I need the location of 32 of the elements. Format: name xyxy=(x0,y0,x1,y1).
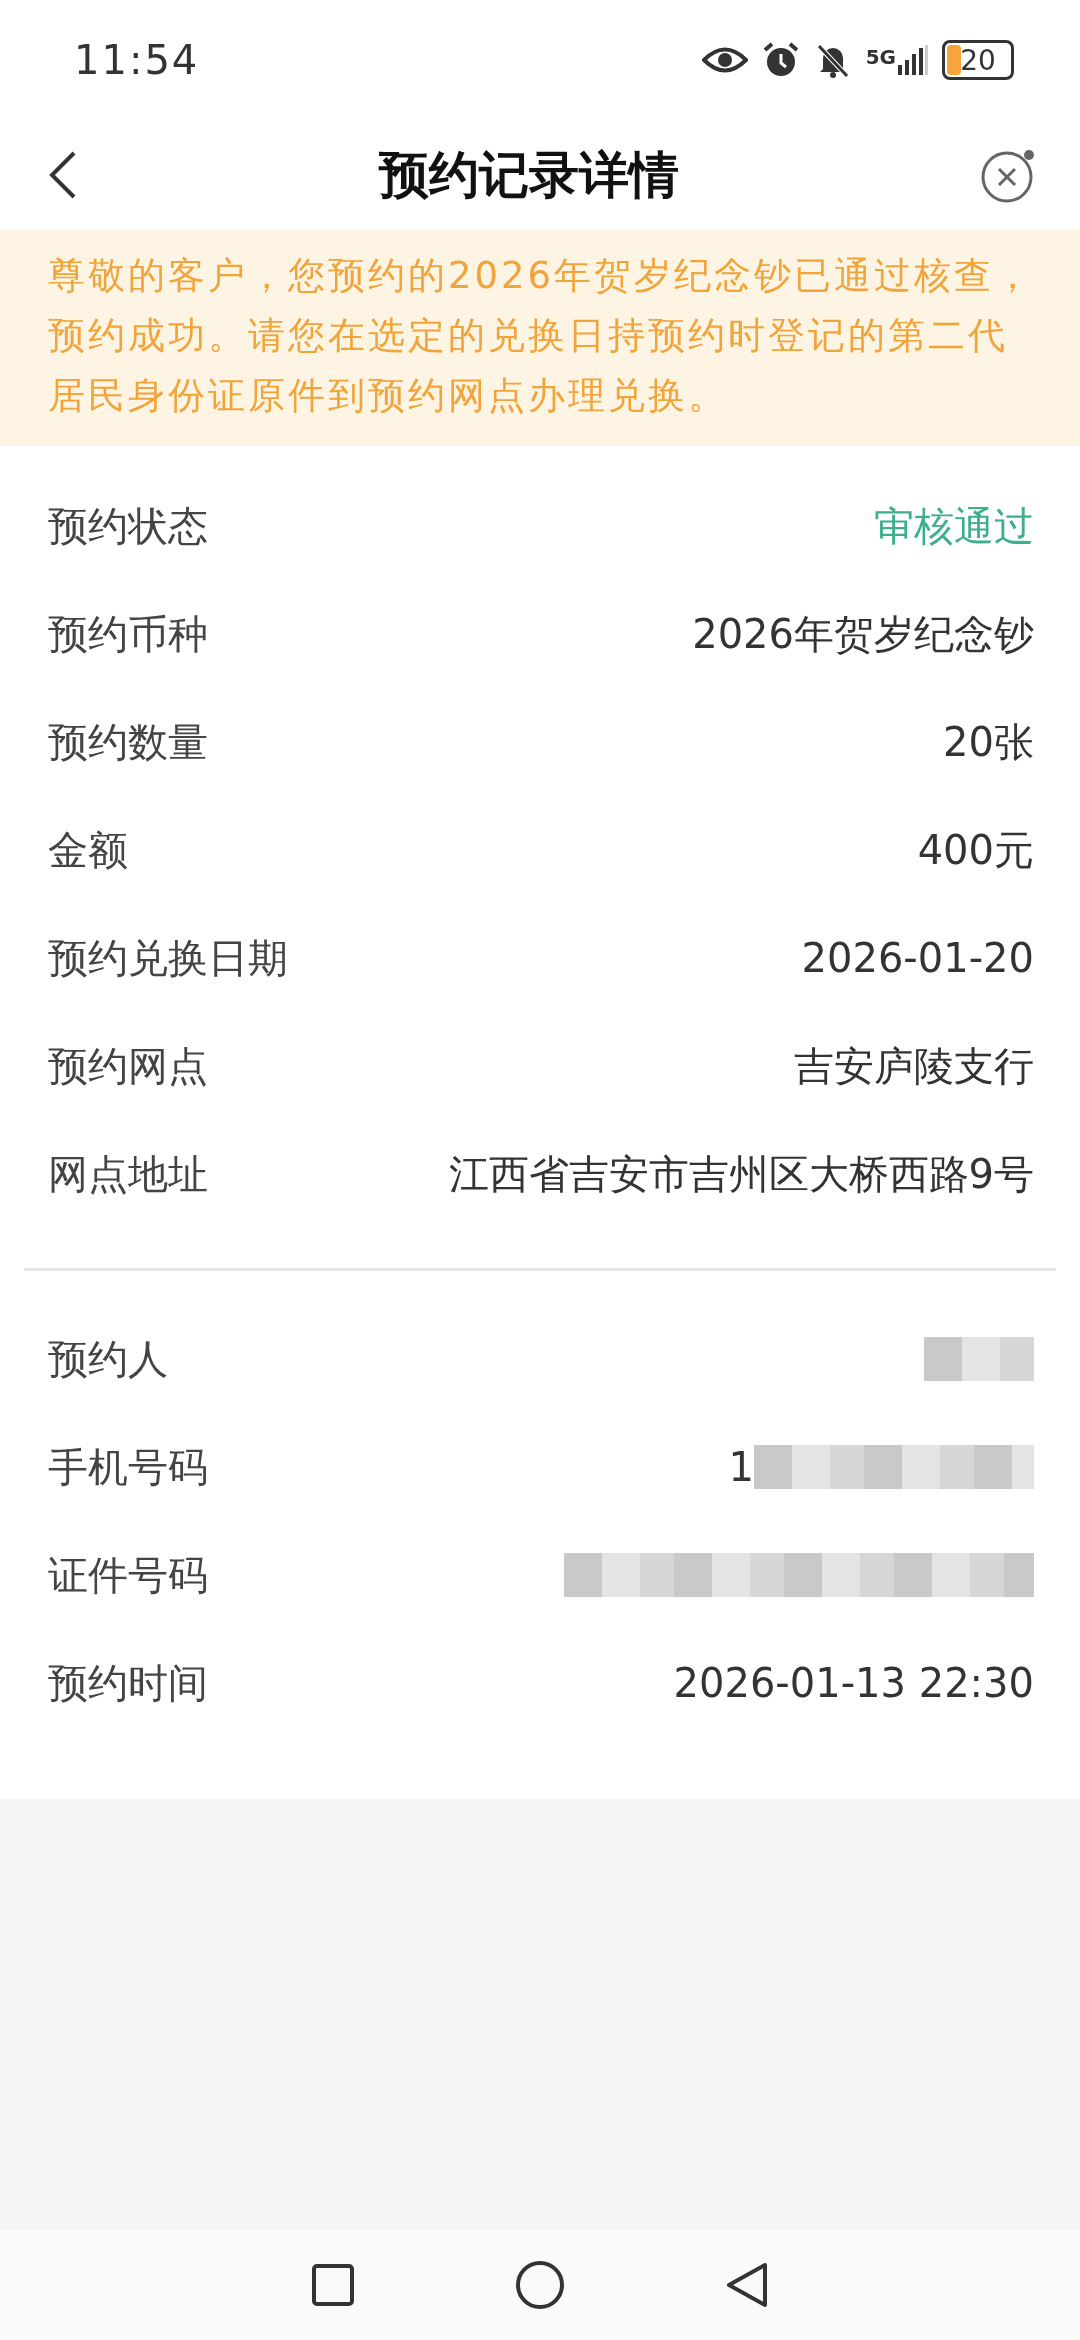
field-label: 预约兑换日期 xyxy=(48,933,288,983)
alarm-clock-icon xyxy=(761,41,800,79)
status-time: 11:54 xyxy=(74,37,200,83)
field-label: 预约网点 xyxy=(48,1041,208,1091)
field-label: 网点地址 xyxy=(48,1149,208,1199)
back-icon[interactable] xyxy=(48,150,78,200)
field-value: 20张 xyxy=(943,717,1034,767)
field-label: 预约人 xyxy=(48,1334,168,1384)
notice-banner: 尊敬的客户，您预约的2026年贺岁纪念钞已通过核查，预约成功。请您在选定的兑换日持预约时登记的第二代居民身份证原件到预约网点办理兑换。 xyxy=(0,230,1080,446)
field-value: 2026-01-13 22:30 xyxy=(673,1660,1034,1706)
field-value: 江西省吉安市吉州区大桥西路9号 xyxy=(448,1149,1034,1199)
field-label: 证件号码 xyxy=(48,1550,208,1600)
status-value: 审核通过 xyxy=(874,501,1034,551)
field-label: 预约数量 xyxy=(48,717,208,767)
signal-icon xyxy=(898,45,928,75)
field-value: 2026-01-20 xyxy=(801,935,1034,981)
back-triangle-icon[interactable] xyxy=(725,2261,769,2309)
recents-icon[interactable] xyxy=(311,2263,355,2307)
field-value: 400元 xyxy=(917,825,1034,875)
field-value: 吉安庐陵支行 xyxy=(794,1041,1034,1091)
field-value: 1 xyxy=(728,1444,754,1490)
field-label: 预约币种 xyxy=(48,609,208,659)
field-label: 手机号码 xyxy=(48,1442,208,1492)
field-value: 2026年贺岁纪念钞 xyxy=(692,609,1034,659)
page-title: 预约记录详情 xyxy=(379,144,679,206)
battery: 20 xyxy=(942,40,1014,80)
field-label: 预约状态 xyxy=(48,501,208,551)
field-label: 金额 xyxy=(48,825,128,875)
field-label: 预约时间 xyxy=(48,1658,208,1708)
eye-icon xyxy=(701,45,748,75)
network-type: 5G xyxy=(865,45,896,69)
home-icon[interactable] xyxy=(515,2260,565,2310)
